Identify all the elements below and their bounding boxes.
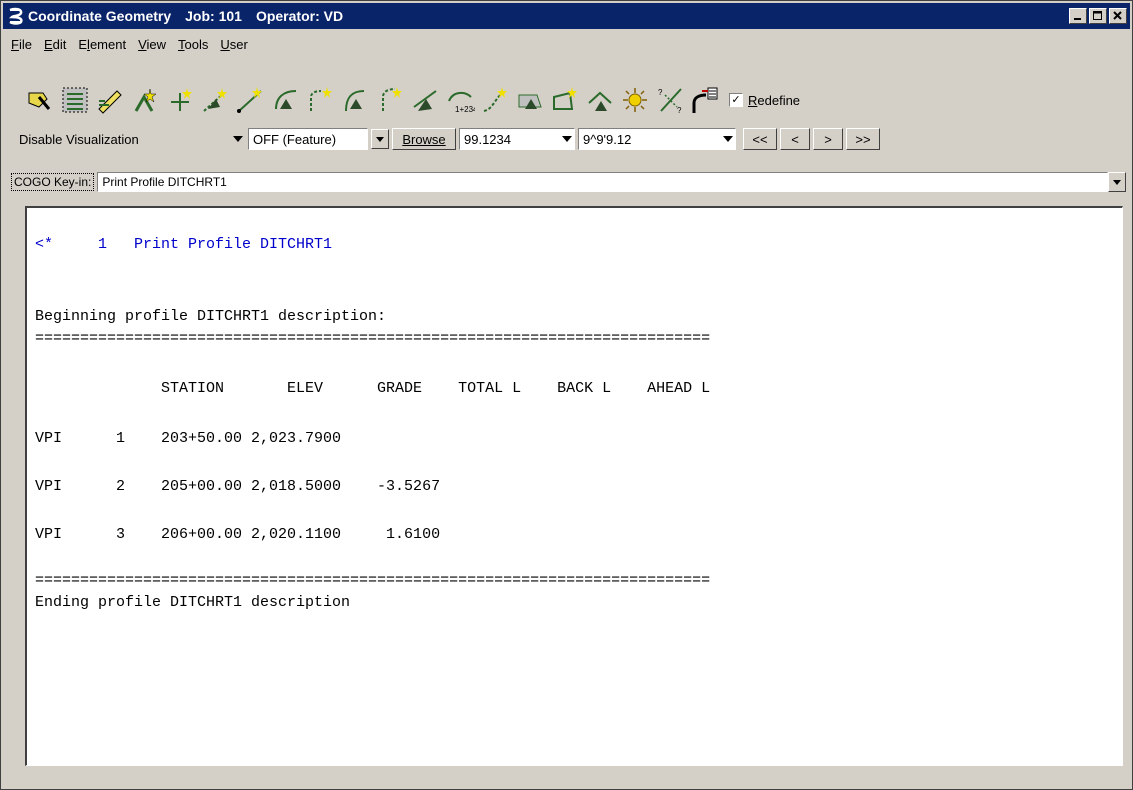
chevron-down-icon <box>376 136 384 142</box>
line-icon[interactable] <box>233 83 267 117</box>
output-pane[interactable]: <* 1 Print Profile DITCHRT1 Beginning pr… <box>25 206 1123 766</box>
store-line-icon[interactable] <box>198 83 232 117</box>
sun-icon[interactable] <box>618 83 652 117</box>
browse-button[interactable]: Browse <box>392 128 456 150</box>
feature-dropdown-button[interactable] <box>371 129 389 149</box>
import-icon[interactable] <box>688 83 722 117</box>
next-record-button[interactable]: > <box>813 128 843 150</box>
minimize-icon <box>1074 18 1081 20</box>
maximize-icon <box>1093 11 1102 20</box>
chevron-down-icon <box>231 136 245 142</box>
edit-pencil-icon[interactable] <box>93 83 127 117</box>
arc-icon[interactable] <box>338 83 372 117</box>
chevron-down-icon <box>1113 179 1121 185</box>
visualization-value: Disable Visualization <box>19 131 139 147</box>
cogo-window: Coordinate Geometry Job: 101 Operator: V… <box>0 0 1133 790</box>
keyin-label: COGO Key-in: <box>11 173 95 191</box>
profile-row: VPI 1 203+50.00 2,023.7900 <box>35 430 342 447</box>
station-alignment-icon[interactable]: 1+234 <box>443 83 477 117</box>
app-logo-icon <box>7 7 25 25</box>
control-row: Disable Visualization OFF (Feature) Brow… <box>15 127 880 151</box>
separator-top: ========================================… <box>35 330 711 347</box>
operator-label: Operator: VD <box>255 8 344 24</box>
end-line: Ending profile DITCHRT1 description <box>35 594 351 611</box>
angle-dropdown[interactable]: 9^9'9.12 <box>578 128 736 150</box>
last-record-button[interactable]: >> <box>846 128 880 150</box>
minimize-button[interactable] <box>1069 8 1087 24</box>
curve-point-icon[interactable] <box>303 83 337 117</box>
menu-tools[interactable]: Tools <box>172 37 214 52</box>
menu-file[interactable]: File <box>5 37 38 52</box>
keyin-row: COGO Key-in: Print Profile DITCHRT1 <box>11 171 1126 193</box>
redefine-option[interactable]: ✓ Redefine <box>729 93 800 108</box>
distance-value: 99.1234 <box>464 131 511 147</box>
profile-row: VPI 2 205+00.00 2,018.5000 -3.5267 <box>35 478 441 495</box>
roof-icon[interactable] <box>583 83 617 117</box>
alignment-icon[interactable] <box>478 83 512 117</box>
maximize-button[interactable] <box>1089 8 1107 24</box>
cogo-toolbar: 1+234 ?? ✓ Redefine <box>23 83 800 117</box>
keyin-input[interactable]: Print Profile DITCHRT1 <box>97 172 1108 192</box>
svg-text:1+234: 1+234 <box>455 105 475 114</box>
menu-bar: File Edit Element View Tools User <box>5 33 254 55</box>
command-echo: <* 1 Print Profile DITCHRT1 <box>35 236 333 253</box>
job-label: Job: 101 <box>185 8 242 24</box>
redefine-checkbox[interactable]: ✓ <box>729 93 743 107</box>
add-point-icon[interactable] <box>163 83 197 117</box>
column-header: STATION ELEV GRADE TOTAL L BACK L AHEAD … <box>35 380 711 397</box>
title-bar[interactable]: Coordinate Geometry Job: 101 Operator: V… <box>3 3 1130 29</box>
parcel-icon[interactable] <box>513 83 547 117</box>
arc-point-icon[interactable] <box>373 83 407 117</box>
curve-icon[interactable] <box>268 83 302 117</box>
first-record-button[interactable]: << <box>743 128 777 150</box>
close-button[interactable] <box>1109 8 1127 24</box>
previous-record-button[interactable]: < <box>780 128 810 150</box>
keyin-history-button[interactable] <box>1108 172 1126 192</box>
chevron-down-icon <box>560 136 574 142</box>
select-point-icon[interactable] <box>23 83 57 117</box>
menu-user[interactable]: User <box>214 37 253 52</box>
app-title: Coordinate Geometry <box>28 8 172 24</box>
svg-text:?: ? <box>658 88 663 97</box>
feature-value: OFF (Feature) <box>253 131 337 147</box>
spiral-icon[interactable] <box>408 83 442 117</box>
menu-edit[interactable]: Edit <box>38 37 72 52</box>
close-icon <box>1113 11 1122 20</box>
begin-line: Beginning profile DITCHRT1 description: <box>35 308 387 325</box>
separator-bottom: ========================================… <box>35 572 711 589</box>
visualization-dropdown[interactable]: Disable Visualization <box>15 128 245 150</box>
star-point-icon[interactable] <box>128 83 162 117</box>
intersect-icon[interactable]: ?? <box>653 83 687 117</box>
list-icon[interactable] <box>58 83 92 117</box>
boundary-icon[interactable] <box>548 83 582 117</box>
profile-row: VPI 3 206+00.00 2,020.1100 1.6100 <box>35 526 441 543</box>
svg-text:?: ? <box>677 106 682 115</box>
menu-view[interactable]: View <box>132 37 172 52</box>
angle-value: 9^9'9.12 <box>583 131 632 147</box>
distance-dropdown[interactable]: 99.1234 <box>459 128 575 150</box>
chevron-down-icon <box>721 136 735 142</box>
redefine-label: Redefine <box>748 92 801 108</box>
feature-dropdown[interactable]: OFF (Feature) <box>248 128 368 150</box>
menu-element[interactable]: Element <box>72 37 132 52</box>
